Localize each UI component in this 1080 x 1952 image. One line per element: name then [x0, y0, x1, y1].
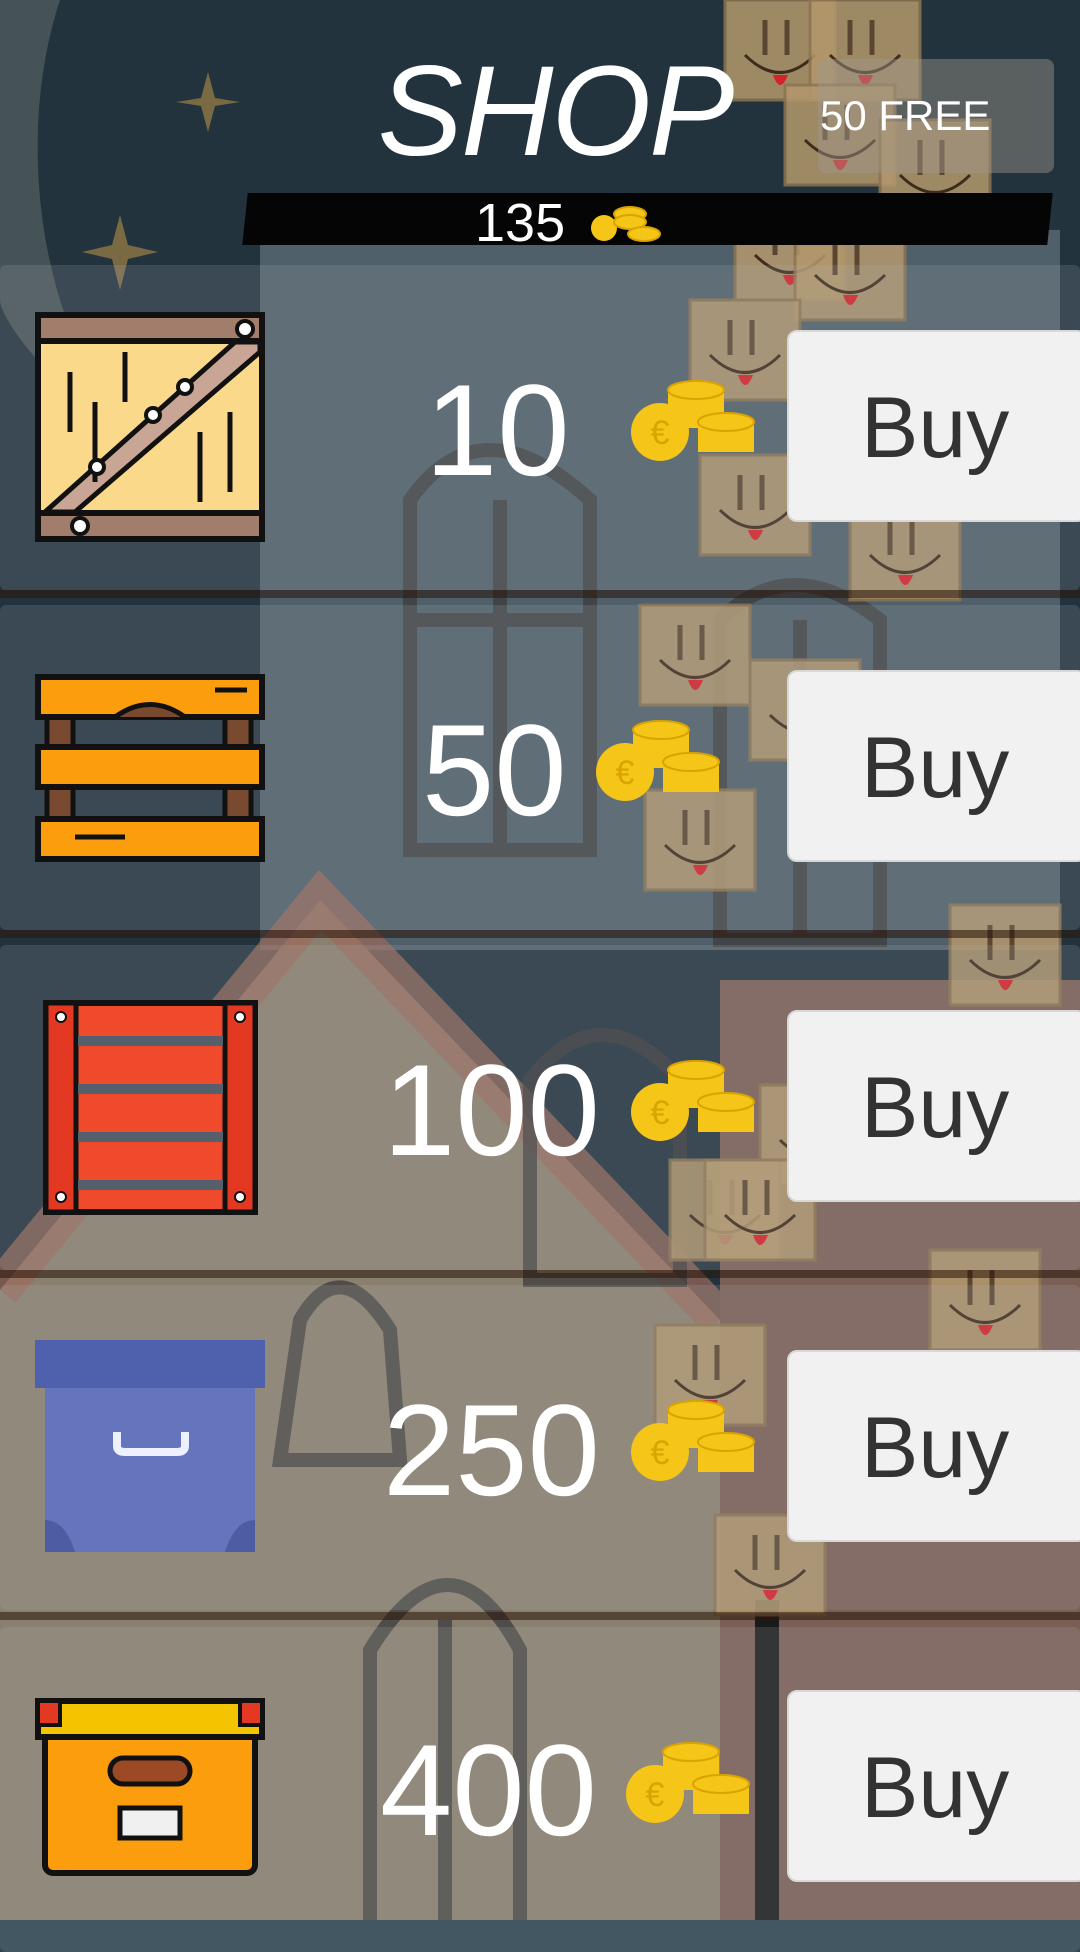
item-price: 100 [383, 1037, 600, 1183]
free-coins-label: 50 FREE [820, 92, 991, 139]
coin-balance: 135 [475, 193, 566, 253]
orange-chest-icon [35, 1698, 265, 1876]
row-divider [0, 1612, 1080, 1620]
free-coins-button[interactable]: 50 FREE [818, 59, 1054, 173]
coin-stack-icon: € [626, 1742, 750, 1823]
row-divider [0, 1270, 1080, 1278]
svg-text:€: € [651, 1434, 670, 1472]
shop-title: SHOP [377, 40, 735, 183]
coin-stack-icon: € [631, 1400, 755, 1481]
buy-button[interactable]: Buy [787, 1010, 1080, 1202]
item-price: 400 [380, 1717, 597, 1863]
buy-button[interactable]: Buy [787, 1690, 1080, 1882]
coin-stack-icon: € [631, 380, 755, 461]
coin-stack-icon: € [596, 720, 720, 801]
svg-text:€: € [616, 754, 635, 792]
item-price: 250 [383, 1377, 600, 1523]
svg-text:€: € [646, 1776, 665, 1814]
row-divider [0, 930, 1080, 938]
red-crate-icon [43, 1000, 258, 1215]
item-price: 50 [422, 697, 567, 843]
blue-box-icon [35, 1340, 265, 1552]
wooden-crate-icon [35, 312, 265, 542]
svg-text:€: € [651, 414, 670, 452]
buy-button[interactable]: Buy [787, 1350, 1080, 1542]
coin-stack-icon: € [631, 1060, 755, 1141]
buy-button[interactable]: Buy [787, 670, 1080, 862]
row-divider [0, 590, 1080, 598]
orange-crate-icon [35, 674, 265, 862]
coin-balance-icon [591, 206, 661, 242]
item-price: 10 [425, 357, 570, 503]
svg-text:€: € [651, 1094, 670, 1132]
buy-button[interactable]: Buy [787, 330, 1080, 522]
